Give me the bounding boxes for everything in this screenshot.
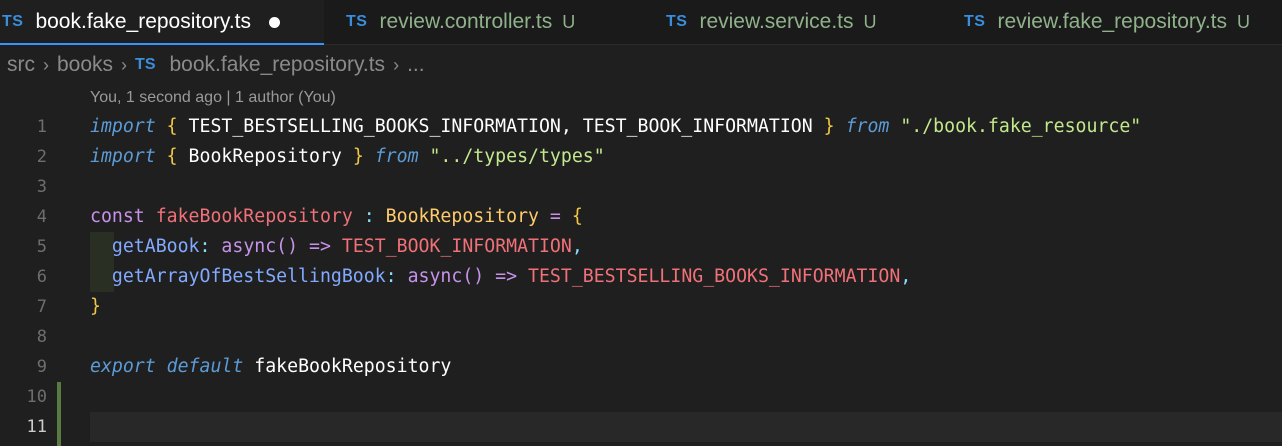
git-status-badge: U (1237, 11, 1250, 32)
tab-label: review.controller.ts (379, 10, 553, 33)
typescript-file-icon: TS (964, 13, 986, 30)
line-number: 7 (36, 297, 47, 317)
line-number: 1 (36, 117, 47, 137)
git-status-badge: U (562, 11, 576, 32)
code-line-current: 11 (0, 412, 1282, 442)
tab-review-controller[interactable]: TS review.controller.ts U (346, 0, 575, 44)
code-line: 2 import { BookRepository } from "../typ… (0, 142, 1282, 172)
breadcrumb-src[interactable]: src (7, 53, 35, 77)
code-text: getABook: async() => TEST_BOOK_INFORMATI… (111, 236, 583, 257)
line-number: 11 (26, 417, 47, 437)
chevron-right-icon: › (43, 54, 49, 75)
tab-label: review.service.ts (699, 10, 854, 33)
typescript-file-icon: TS (135, 56, 156, 73)
typescript-file-icon: TS (346, 13, 368, 30)
code-text: import { BookRepository } from "../types… (90, 146, 605, 167)
code-line: 7 } (0, 292, 1282, 322)
line-number: 6 (36, 267, 47, 287)
tab-label: book.fake_repository.ts (35, 10, 252, 33)
typescript-file-icon: TS (2, 13, 24, 30)
git-status-badge: U (863, 11, 877, 32)
line-number: 10 (26, 387, 47, 407)
code-text: const fakeBookRepository : BookRepositor… (90, 206, 583, 227)
tab-label: review.fake_repository.ts (997, 10, 1227, 33)
code-line: 9 export default fakeBookRepository (0, 352, 1282, 382)
breadcrumb-books[interactable]: books (57, 53, 113, 77)
code-text: getArrayOfBestSellingBook: async() => TE… (111, 266, 912, 287)
current-line-highlight (90, 412, 1282, 442)
code-text: } (90, 296, 101, 317)
code-line: 10 (0, 382, 1282, 412)
line-number: 5 (36, 237, 47, 257)
line-number: 2 (36, 147, 47, 167)
line-number: 8 (36, 327, 47, 347)
tab-review-fake-repository[interactable]: TS review.fake_repository.ts U (964, 0, 1250, 44)
breadcrumb: src › books › TS book.fake_repository.ts… (7, 48, 425, 82)
code-text: export default fakeBookRepository (90, 356, 452, 377)
line-number: 9 (36, 357, 47, 377)
chevron-right-icon: › (121, 54, 128, 75)
code-line: 8 (0, 322, 1282, 352)
code-line: 3 (0, 172, 1282, 202)
code-line: 6 getArrayOfBestSellingBook: async() => … (0, 262, 1282, 292)
code-line: 4 const fakeBookRepository : BookReposit… (0, 202, 1282, 232)
breadcrumb-more[interactable]: ... (407, 53, 425, 77)
line-number: 4 (36, 207, 47, 227)
editor-tab-bar: TS book.fake_repository.ts TS review.con… (0, 0, 1282, 45)
tab-review-service[interactable]: TS review.service.ts U (666, 0, 877, 44)
typescript-file-icon: TS (666, 13, 688, 30)
line-number: 3 (36, 177, 47, 197)
unsaved-changes-dot-icon[interactable] (269, 16, 281, 28)
tab-book-fake-repository[interactable]: TS book.fake_repository.ts (0, 0, 324, 45)
breadcrumb-file[interactable]: book.fake_repository.ts (170, 53, 386, 77)
code-line: 1 import { TEST_BESTSELLING_BOOKS_INFORM… (0, 112, 1282, 142)
git-blame-codelens[interactable]: You, 1 second ago | 1 author (You) (90, 89, 336, 107)
code-editor[interactable]: 1 import { TEST_BESTSELLING_BOOKS_INFORM… (0, 112, 1282, 446)
code-line: 5 getABook: async() => TEST_BOOK_INFORMA… (0, 232, 1282, 262)
code-text: import { TEST_BESTSELLING_BOOKS_INFORMAT… (90, 116, 1142, 137)
chevron-right-icon: › (393, 54, 400, 75)
